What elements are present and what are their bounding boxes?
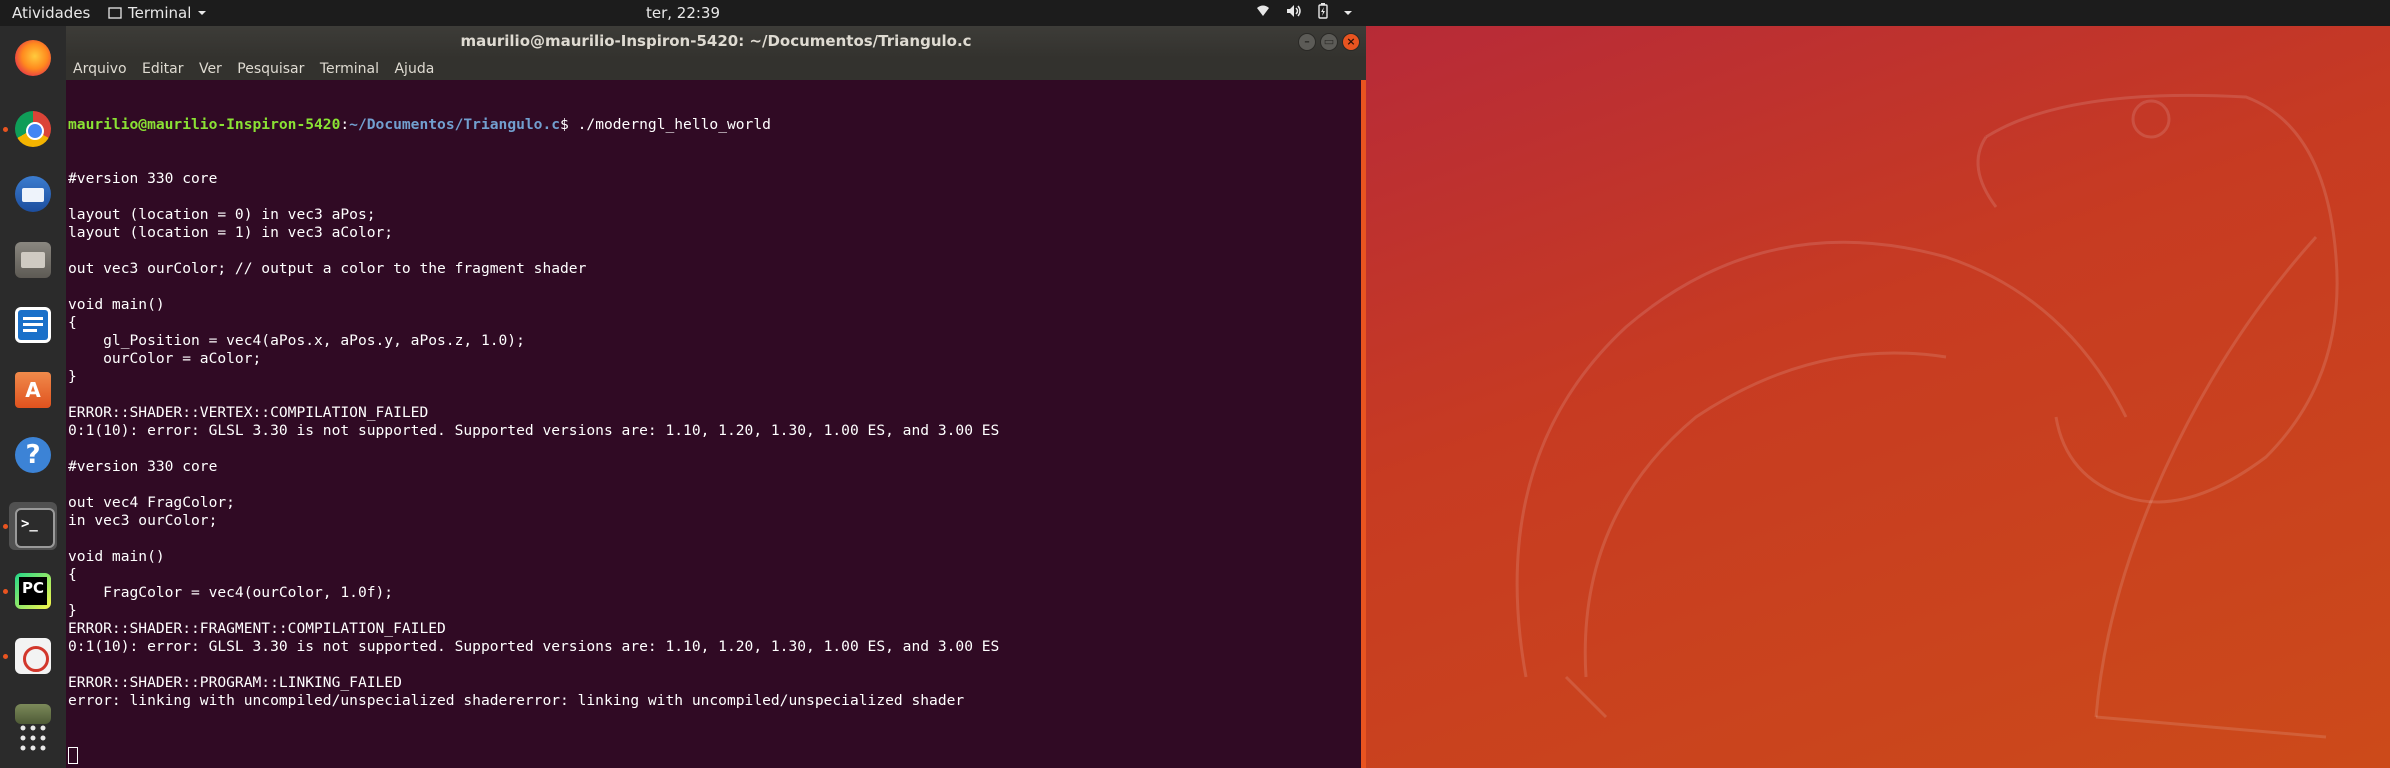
running-indicator: [3, 589, 8, 594]
volume-icon[interactable]: [1285, 3, 1303, 23]
minimize-icon: –: [1304, 35, 1310, 48]
desktop-wallpaper: [1366, 37, 2390, 768]
output-line: ERROR::SHADER::VERTEX::COMPILATION_FAILE…: [68, 404, 429, 421]
dock: A ? >_ PC: [0, 26, 66, 768]
shopping-bag-icon: A: [15, 372, 51, 408]
output-line: {: [68, 566, 77, 583]
firefox-launcher[interactable]: [9, 34, 57, 82]
text-cursor: [68, 746, 78, 764]
prompt-user: maurilio@maurilio-Inspiron-5420: [68, 116, 341, 133]
cursor-line: [68, 746, 1361, 764]
output-line: out vec3 ourColor; // output a color to …: [68, 260, 587, 277]
output-line: void main(): [68, 548, 165, 565]
thunderbird-launcher[interactable]: [9, 170, 57, 218]
help-launcher[interactable]: ?: [9, 431, 57, 479]
prompt-symbol: $: [560, 116, 578, 133]
output-line: }: [68, 368, 77, 385]
menu-bar: Arquivo Editar Ver Pesquisar Terminal Aj…: [66, 58, 1366, 80]
files-launcher[interactable]: [9, 236, 57, 284]
help-icon: ?: [15, 437, 51, 473]
files-icon: [15, 242, 51, 278]
running-indicator: [3, 524, 8, 529]
terminal-window[interactable]: maurilio@maurilio-Inspiron-5420: ~/Docum…: [66, 26, 1366, 768]
document-icon: [15, 307, 51, 343]
window-titlebar[interactable]: maurilio@maurilio-Inspiron-5420: ~/Docum…: [66, 26, 1366, 58]
menu-item-terminal[interactable]: Terminal: [320, 58, 379, 80]
maximize-icon: ▭: [1323, 35, 1335, 48]
chrome-launcher[interactable]: [9, 105, 57, 153]
menu-item-arquivo[interactable]: Arquivo: [73, 58, 127, 80]
output-line: FragColor = vec4(ourColor, 1.0f);: [68, 584, 394, 601]
clock[interactable]: ter, 22:39: [0, 4, 1366, 22]
top-bar: Atividades Terminal ter, 22:39: [0, 0, 2390, 26]
prompt-colon: :: [340, 116, 350, 133]
terminal-icon: >_: [15, 508, 55, 548]
show-applications-button[interactable]: [9, 714, 57, 762]
software-launcher[interactable]: A: [9, 366, 57, 414]
output-line: 0:1(10): error: GLSL 3.30 is not support…: [68, 422, 1000, 439]
menu-item-pesquisar[interactable]: Pesquisar: [237, 58, 304, 80]
running-indicator: [3, 127, 8, 132]
close-icon: ×: [1346, 35, 1356, 48]
output-line: {: [68, 314, 77, 331]
running-indicator: [3, 654, 8, 659]
output-line: ERROR::SHADER::PROGRAM::LINKING_FAILED: [68, 674, 402, 691]
prompt-line: maurilio@maurilio-Inspiron-5420:~/Docume…: [68, 116, 1361, 134]
output-line: gl_Position = vec4(aPos.x, aPos.y, aPos.…: [68, 332, 525, 349]
pycharm-launcher[interactable]: PC: [9, 567, 57, 615]
output-line: }: [68, 602, 77, 619]
writer-launcher[interactable]: [9, 301, 57, 349]
menu-item-editar[interactable]: Editar: [142, 58, 183, 80]
menu-item-ver[interactable]: Ver: [199, 58, 222, 80]
output-line: #version 330 core: [68, 170, 218, 187]
scrollbar[interactable]: [1361, 80, 1366, 768]
output-line: 0:1(10): error: GLSL 3.30 is not support…: [68, 638, 1000, 655]
firefox-icon: [15, 40, 51, 76]
pycharm-icon: PC: [15, 573, 51, 609]
maximize-button[interactable]: ▭: [1320, 33, 1338, 51]
prompt-path: ~/Documentos/Triangulo.c: [349, 116, 561, 133]
output-line: in vec3 ourColor;: [68, 512, 218, 529]
chrome-icon: [15, 111, 51, 147]
window-controls: – ▭ ×: [1298, 33, 1360, 51]
grid-icon: [15, 720, 51, 756]
thunderbird-icon: [15, 176, 51, 212]
prompt-command: ./moderngl_hello_world: [577, 116, 771, 133]
battery-icon[interactable]: [1317, 3, 1329, 23]
output-line: layout (location = 0) in vec3 aPos;: [68, 206, 376, 223]
menu-item-ajuda[interactable]: Ajuda: [394, 58, 434, 80]
document-viewer-launcher[interactable]: [9, 632, 57, 680]
terminal-launcher[interactable]: >_: [9, 502, 57, 550]
window-title: maurilio@maurilio-Inspiron-5420: ~/Docum…: [460, 32, 972, 50]
terminal-output[interactable]: maurilio@maurilio-Inspiron-5420:~/Docume…: [68, 80, 1361, 768]
output-lines: #version 330 core layout (location = 0) i…: [68, 170, 1361, 710]
minimize-button[interactable]: –: [1298, 33, 1316, 51]
chevron-down-icon[interactable]: [1343, 4, 1353, 22]
pdf-icon: [15, 638, 51, 674]
output-line: layout (location = 1) in vec3 aColor;: [68, 224, 394, 241]
output-line: error: linking with uncompiled/unspecial…: [68, 692, 965, 709]
output-line: #version 330 core: [68, 458, 218, 475]
network-icon[interactable]: [1255, 3, 1271, 23]
wallpaper-mascot-outline: [1515, 93, 2339, 739]
output-line: ourColor = aColor;: [68, 350, 262, 367]
output-line: ERROR::SHADER::FRAGMENT::COMPILATION_FAI…: [68, 620, 446, 637]
close-button[interactable]: ×: [1342, 33, 1360, 51]
system-tray[interactable]: [1255, 3, 1353, 23]
output-line: out vec4 FragColor;: [68, 494, 235, 511]
output-line: void main(): [68, 296, 165, 313]
